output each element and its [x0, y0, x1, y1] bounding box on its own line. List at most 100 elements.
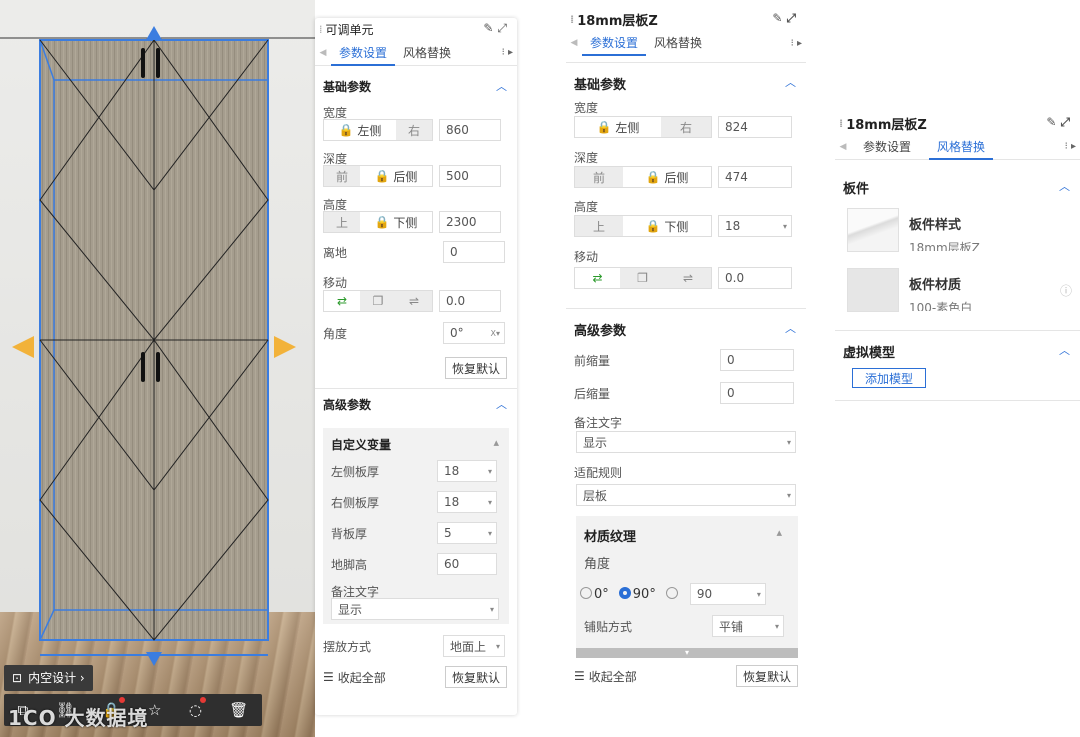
width-input[interactable]: 860 [439, 119, 501, 141]
collapse-icon[interactable]: ︿ [785, 320, 796, 336]
panel-title-bar[interactable]: ⁞ 18mm层板Z ✎⤢ [835, 112, 1080, 134]
edit-icon[interactable]: ✎ [483, 21, 497, 35]
virtual-model-title[interactable]: 虚拟模型 ︿ [835, 342, 1080, 361]
move-copy-icon[interactable]: ❐ [360, 291, 396, 311]
basic-params-title[interactable]: 基础参数 ︿ [315, 78, 517, 95]
placement-select[interactable]: 地面上 ▾ [443, 635, 505, 657]
back-shrink-input[interactable]: 0 [720, 382, 794, 404]
anchor-right[interactable]: 右 [396, 120, 432, 140]
collapse-icon[interactable]: ︿ [496, 78, 507, 94]
move-input[interactable]: 0.0 [718, 267, 792, 289]
edit-icon[interactable]: ✎ [772, 11, 786, 25]
anchor-top[interactable]: 上 [324, 212, 360, 232]
move-mirror-icon[interactable]: ⇌ [665, 268, 711, 288]
expand-icon[interactable]: ⤢ [786, 11, 800, 25]
edit-icon[interactable]: ✎ [1046, 115, 1060, 129]
tab-prev-icon[interactable]: ◀ [315, 48, 331, 58]
anchor-left[interactable]: 🔒 左侧 [324, 120, 396, 140]
interior-design-button[interactable]: ⊡ 内空设计 › [4, 665, 93, 691]
board-style-item[interactable]: 板件样式 18mm层板Z [847, 208, 980, 252]
panel-title-bar[interactable]: ⁞ 可调单元 ✎⤢ [315, 18, 517, 40]
width-anchor-toggle[interactable]: 🔒 左侧 右 [323, 119, 433, 141]
angle-90-radio[interactable]: 90° [618, 586, 656, 602]
anchor-top[interactable]: 上 [575, 216, 623, 236]
angle-custom-input[interactable]: 90 ▾ [689, 583, 766, 605]
expand-icon[interactable]: ⤢ [1060, 115, 1074, 129]
depth-input[interactable]: 474 [718, 166, 792, 188]
anchor-right[interactable]: 右 [661, 117, 711, 137]
restore-default-button[interactable]: 恢复默认 [735, 665, 798, 687]
tile-mode-select[interactable]: 平铺 ▾ [712, 615, 784, 637]
trash-icon[interactable]: 🗑 [229, 701, 248, 719]
anchor-left[interactable]: 🔒 左侧 [575, 117, 661, 137]
hide-icon[interactable]: ◌ [189, 697, 207, 719]
texture-title[interactable]: 材质纹理 ▴ [576, 526, 792, 545]
angle-0-radio[interactable]: 0° [580, 586, 609, 602]
move-free-icon[interactable]: ⇄ [324, 291, 360, 311]
tab-prev-icon[interactable]: ◀ [835, 142, 851, 152]
tab-params[interactable]: 参数设置 [582, 30, 647, 56]
right-panel-thickness-select[interactable]: 18 ▾ [437, 491, 497, 513]
tab-style[interactable]: 风格替换 [395, 40, 459, 66]
height-select[interactable]: 18 ▾ [718, 215, 792, 237]
axis-select[interactable]: X▾ [491, 329, 501, 338]
ground-input[interactable]: 0 [443, 241, 505, 263]
scroll-more-bar[interactable]: ▾ [576, 648, 798, 658]
collapse-all-button[interactable]: ☰ 收起全部 [323, 669, 386, 686]
collapse-all-button[interactable]: ☰ 收起全部 [574, 668, 637, 685]
move-mode-toggle[interactable]: ⇄ ❐ ⇌ [323, 290, 433, 312]
drag-handle-icon[interactable]: ⁞ [839, 117, 843, 130]
3d-viewport[interactable]: ⊡ 内空设计 › ⧉ ⛓ 🔒 ☆ ◌ 🗑 1CO 大数据境 [0, 0, 315, 737]
tab-next-icon[interactable]: ⁝ ▸ [1065, 141, 1076, 152]
anchor-back[interactable]: 🔒 后侧 [623, 167, 711, 187]
tab-next-icon[interactable]: ⁝ ▸ [502, 47, 513, 58]
restore-default-button[interactable]: 恢复默认 [444, 666, 507, 688]
anchor-bottom[interactable]: 🔒 下侧 [360, 212, 432, 232]
note-select[interactable]: 显示 ▾ [576, 431, 796, 453]
drag-handle-icon[interactable]: ⁞ [319, 23, 323, 36]
anchor-front[interactable]: 前 [324, 166, 360, 186]
collapse-icon[interactable]: ︿ [496, 396, 507, 412]
wardrobe-model[interactable] [0, 0, 315, 737]
collapse-icon[interactable]: ▴ [776, 526, 782, 539]
collapse-icon[interactable]: ︿ [785, 74, 796, 90]
advanced-params-title[interactable]: 高级参数 ︿ [566, 320, 806, 339]
collapse-icon[interactable]: ▴ [493, 436, 499, 449]
back-panel-thickness-select[interactable]: 5 ▾ [437, 522, 497, 544]
angle-input[interactable]: 0° X▾ [443, 322, 505, 344]
rule-select[interactable]: 层板 ▾ [576, 484, 796, 506]
height-anchor-toggle[interactable]: 上 🔒 下侧 [574, 215, 712, 237]
angle-custom-radio[interactable] [665, 586, 680, 602]
height-input[interactable]: 2300 [439, 211, 501, 233]
move-mirror-icon[interactable]: ⇌ [396, 291, 432, 311]
custom-vars-title[interactable]: 自定义变量 ▴ [323, 428, 509, 453]
left-panel-thickness-select[interactable]: 18 ▾ [437, 460, 497, 482]
move-mode-toggle[interactable]: ⇄ ❐ ⇌ [574, 267, 712, 289]
expand-icon[interactable]: ⤢ [497, 21, 511, 35]
height-anchor-toggle[interactable]: 上 🔒 下侧 [323, 211, 433, 233]
anchor-front[interactable]: 前 [575, 167, 623, 187]
tab-params[interactable]: 参数设置 [331, 40, 396, 66]
move-copy-icon[interactable]: ❐ [620, 268, 665, 288]
depth-anchor-toggle[interactable]: 前 🔒 后侧 [574, 166, 712, 188]
tab-next-icon[interactable]: ⁝ ▸ [791, 38, 802, 49]
note-select[interactable]: 显示 ▾ [331, 598, 499, 620]
drag-handle-icon[interactable]: ⁞ [570, 13, 574, 26]
tab-prev-icon[interactable]: ◀ [566, 38, 582, 48]
anchor-bottom[interactable]: 🔒 下侧 [623, 216, 711, 236]
tab-style[interactable]: 风格替换 [929, 134, 994, 160]
front-shrink-input[interactable]: 0 [720, 349, 794, 371]
anchor-back[interactable]: 🔒 后侧 [360, 166, 432, 186]
width-anchor-toggle[interactable]: 🔒 左侧 右 [574, 116, 712, 138]
restore-default-button[interactable]: 恢复默认 [445, 357, 508, 379]
move-input[interactable]: 0.0 [439, 290, 501, 312]
board-title[interactable]: 板件 ︿ [835, 178, 1080, 197]
tab-style[interactable]: 风格替换 [646, 30, 710, 56]
collapse-icon[interactable]: ︿ [1059, 178, 1070, 194]
board-material-item[interactable]: 板件材质 100-素色白 ⓘ [847, 268, 1072, 312]
depth-input[interactable]: 500 [439, 165, 501, 187]
advanced-params-title[interactable]: 高级参数 ︿ [315, 396, 517, 413]
collapse-icon[interactable]: ︿ [1059, 342, 1070, 358]
plinth-height-input[interactable]: 60 [437, 553, 497, 575]
move-free-icon[interactable]: ⇄ [575, 268, 620, 288]
